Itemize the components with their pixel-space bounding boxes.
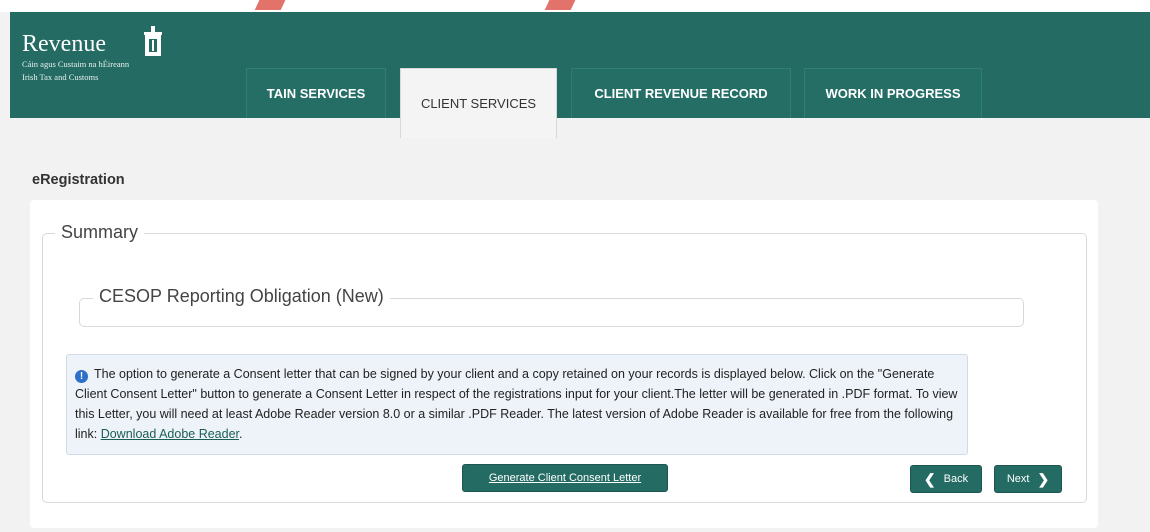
chevron-left-icon: ❮ (923, 471, 936, 487)
top-strip-mark (254, 0, 288, 10)
info-message: ! The option to generate a Consent letter… (66, 354, 968, 455)
generate-button-label: Generate Client Consent Letter (488, 472, 642, 484)
top-strip (0, 0, 1150, 12)
logo-subtitle-irish: Cáin agus Custaim na hÉireann (22, 59, 130, 69)
summary-legend: Summary (55, 222, 145, 243)
harp-icon (144, 26, 162, 56)
tab-tain-services[interactable]: TAIN SERVICES (246, 68, 386, 118)
tab-client-revenue-record[interactable]: CLIENT REVENUE RECORD (571, 68, 791, 118)
next-button-label: Next (1006, 473, 1030, 485)
main-panel: Summary CESOP Reporting Obligation (New)… (30, 200, 1098, 528)
logo-subtitle-english: Irish Tax and Customs (22, 72, 99, 82)
cesop-fieldset: CESOP Reporting Obligation (New) (79, 286, 1024, 327)
back-button[interactable]: ❮ Back (910, 465, 982, 493)
info-text-suffix: . (239, 427, 243, 441)
revenue-logo[interactable]: Revenue Cáin agus Custaim na hÉireann Ir… (22, 26, 162, 82)
next-button[interactable]: Next ❯ (994, 465, 1062, 493)
top-strip-mark (544, 0, 578, 10)
download-adobe-reader-link[interactable]: Download Adobe Reader (101, 427, 239, 441)
site-header: Revenue Cáin agus Custaim na hÉireann Ir… (10, 12, 1150, 138)
back-button-label: Back (943, 473, 969, 485)
tab-client-services[interactable]: CLIENT SERVICES (400, 68, 557, 138)
info-icon: ! (75, 370, 88, 383)
chevron-right-icon: ❯ (1037, 471, 1050, 487)
tab-work-in-progress[interactable]: WORK IN PROGRESS (804, 68, 982, 118)
page-title: eRegistration (32, 172, 125, 188)
cesop-legend: CESOP Reporting Obligation (New) (93, 286, 390, 307)
logo-wordmark: Revenue (22, 31, 106, 57)
generate-consent-letter-button[interactable]: Generate Client Consent Letter (462, 464, 668, 492)
